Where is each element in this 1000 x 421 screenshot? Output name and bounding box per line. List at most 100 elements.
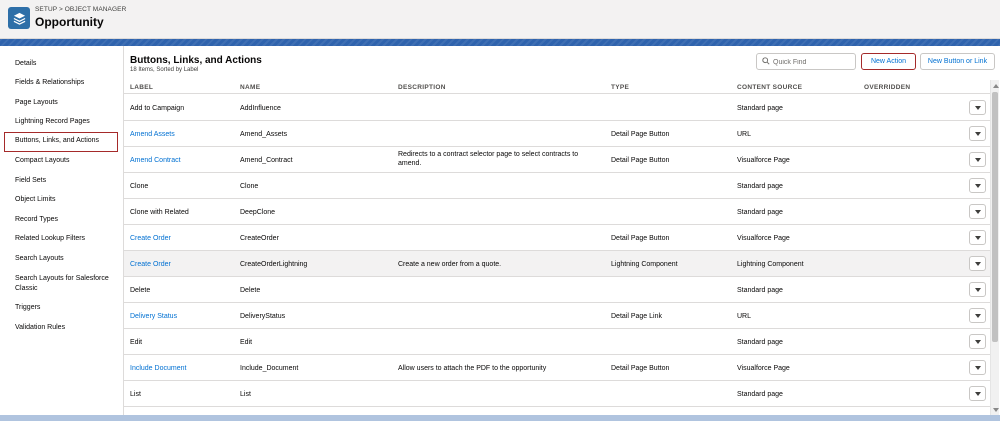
row-api-name: Amend_Assets	[240, 131, 288, 138]
table-row[interactable]: Delivery Status DeliveryStatus Detail Page…	[124, 303, 990, 329]
table-row[interactable]: List List Standard page	[124, 381, 990, 407]
chevron-down-icon	[974, 105, 981, 110]
row-content-source: Visualforce Page	[737, 235, 790, 242]
row-content-source: URL	[737, 313, 752, 320]
sidebar-item-search-layouts-classic[interactable]: Search Layouts for Salesforce Classic	[15, 274, 119, 294]
row-content-source: Visualforce Page	[737, 157, 790, 164]
table-row[interactable]: Include Document Include_Document Allow us…	[124, 355, 990, 381]
chevron-down-icon	[974, 183, 981, 188]
chevron-down-icon	[974, 365, 981, 370]
row-actions-dropdown[interactable]	[969, 256, 986, 271]
column-header-description[interactable]: DESCRIPTION	[398, 84, 446, 91]
sidebar-item-details[interactable]: Details	[15, 59, 119, 69]
sidebar-item-validation-rules[interactable]: Validation Rules	[15, 323, 119, 333]
breadcrumb: SETUP > OBJECT MANAGER	[35, 6, 126, 13]
row-api-name: Edit	[240, 339, 253, 346]
row-actions-dropdown[interactable]	[969, 308, 986, 323]
row-api-name: List	[240, 391, 251, 398]
row-actions-dropdown[interactable]	[969, 282, 986, 297]
table-row[interactable]: Add to Campaign AddInfluence Standard page	[124, 95, 990, 121]
scroll-thumb[interactable]	[992, 92, 998, 342]
column-header-overridden[interactable]: OVERRIDDEN	[864, 84, 910, 91]
scroll-down-icon[interactable]	[992, 406, 999, 413]
sidebar: Details Fields & Relationships Page Layo…	[0, 46, 124, 415]
row-type: Detail Page Button	[611, 131, 670, 138]
chevron-down-icon	[974, 313, 981, 318]
sidebar-item-buttons-links-actions[interactable]: Buttons, Links, and Actions	[4, 132, 118, 152]
table-row[interactable]: Create Order CreateOrder Detail Page Butto…	[124, 225, 990, 251]
column-header-content-source[interactable]: CONTENT SOURCE	[737, 84, 802, 91]
row-actions-dropdown[interactable]	[969, 100, 986, 115]
scroll-up-icon[interactable]	[992, 82, 999, 89]
chevron-down-icon	[974, 261, 981, 266]
row-description: Allow users to attach the PDF to the opp…	[398, 365, 547, 372]
table-row[interactable]: Delete Delete Standard page	[124, 277, 990, 303]
page-header: SETUP > OBJECT MANAGER Opportunity	[0, 0, 1000, 39]
row-content-source: Standard page	[737, 287, 783, 294]
row-api-name: CreateOrderLightning	[240, 261, 308, 268]
sidebar-item-triggers[interactable]: Triggers	[15, 303, 119, 313]
column-header-type[interactable]: TYPE	[611, 84, 629, 91]
table-row[interactable]: Amend Contract Amend_Contract Redirects to…	[124, 147, 990, 173]
table-row[interactable]: Clone with Related DeepClone Standard page	[124, 199, 990, 225]
row-content-source: Visualforce Page	[737, 365, 790, 372]
breadcrumb-object-manager-link[interactable]: OBJECT MANAGER	[65, 6, 127, 13]
new-button-or-link-button[interactable]: New Button or Link	[920, 53, 995, 70]
row-label: Delete	[130, 287, 151, 294]
sidebar-item-object-limits[interactable]: Object Limits	[15, 195, 119, 205]
row-actions-dropdown[interactable]	[969, 178, 986, 193]
sidebar-item-fields-relationships[interactable]: Fields & Relationships	[15, 78, 119, 88]
sidebar-item-search-layouts[interactable]: Search Layouts	[15, 254, 119, 264]
sidebar-item-related-lookup-filters[interactable]: Related Lookup Filters	[15, 234, 119, 244]
row-type: Detail Page Button	[611, 365, 670, 372]
quick-find-box	[756, 53, 856, 70]
row-description: Create a new order from a quote.	[398, 261, 502, 268]
row-actions-dropdown[interactable]	[969, 360, 986, 375]
chevron-down-icon	[974, 131, 981, 136]
table-row[interactable]: Edit Edit Standard page	[124, 329, 990, 355]
row-actions-dropdown[interactable]	[969, 152, 986, 167]
row-label: Clone	[130, 183, 149, 190]
row-label[interactable]: Delivery Status	[130, 312, 177, 321]
row-api-name: Include_Document	[240, 365, 299, 372]
header-band	[0, 39, 1000, 46]
row-actions-dropdown[interactable]	[969, 334, 986, 349]
row-actions-dropdown[interactable]	[969, 126, 986, 141]
table-scrollbar[interactable]	[990, 80, 999, 415]
sidebar-item-record-types[interactable]: Record Types	[15, 215, 119, 225]
table-row[interactable]: Create Order CreateOrderLightning Create a…	[124, 251, 990, 277]
table-row[interactable]: Amend Assets Amend_Assets Detail Page Butt…	[124, 121, 990, 147]
layers-icon	[8, 7, 30, 29]
chevron-down-icon	[974, 235, 981, 240]
sidebar-item-lightning-record-pages[interactable]: Lightning Record Pages	[15, 117, 119, 127]
page-title: Opportunity	[35, 15, 104, 29]
row-label[interactable]: Create Order	[130, 234, 171, 243]
column-header-name[interactable]: NAME	[240, 84, 260, 91]
new-action-button[interactable]: New Action	[861, 53, 916, 70]
row-actions-dropdown[interactable]	[969, 230, 986, 245]
row-label: Clone with Related	[130, 209, 189, 216]
row-description: Redirects to a contract selector page to…	[398, 151, 579, 167]
column-header-label[interactable]: LABEL	[130, 84, 153, 91]
breadcrumb-setup-link[interactable]: SETUP	[35, 6, 57, 13]
sidebar-item-page-layouts[interactable]: Page Layouts	[15, 98, 119, 108]
row-label[interactable]: Include Document	[130, 364, 186, 373]
row-label[interactable]: Create Order	[130, 260, 171, 269]
row-api-name: Clone	[240, 183, 259, 190]
section-title: Buttons, Links, and Actions	[130, 55, 262, 66]
sidebar-item-compact-layouts[interactable]: Compact Layouts	[15, 156, 119, 166]
row-label[interactable]: Amend Contract	[130, 156, 181, 165]
footer-band	[0, 415, 1000, 421]
main-panel: Buttons, Links, and Actions 18 Items, So…	[124, 46, 1000, 415]
row-label[interactable]: Amend Assets	[130, 130, 175, 139]
row-content-source: Standard page	[737, 209, 783, 216]
row-content-source: Standard page	[737, 183, 783, 190]
row-content-source: Standard page	[737, 339, 783, 346]
chevron-down-icon	[974, 157, 981, 162]
row-api-name: Amend_Contract	[240, 157, 293, 164]
quick-find-input[interactable]	[773, 56, 853, 68]
row-actions-dropdown[interactable]	[969, 204, 986, 219]
sidebar-item-field-sets[interactable]: Field Sets	[15, 176, 119, 186]
row-actions-dropdown[interactable]	[969, 386, 986, 401]
table-row[interactable]: Clone Clone Standard page	[124, 173, 990, 199]
